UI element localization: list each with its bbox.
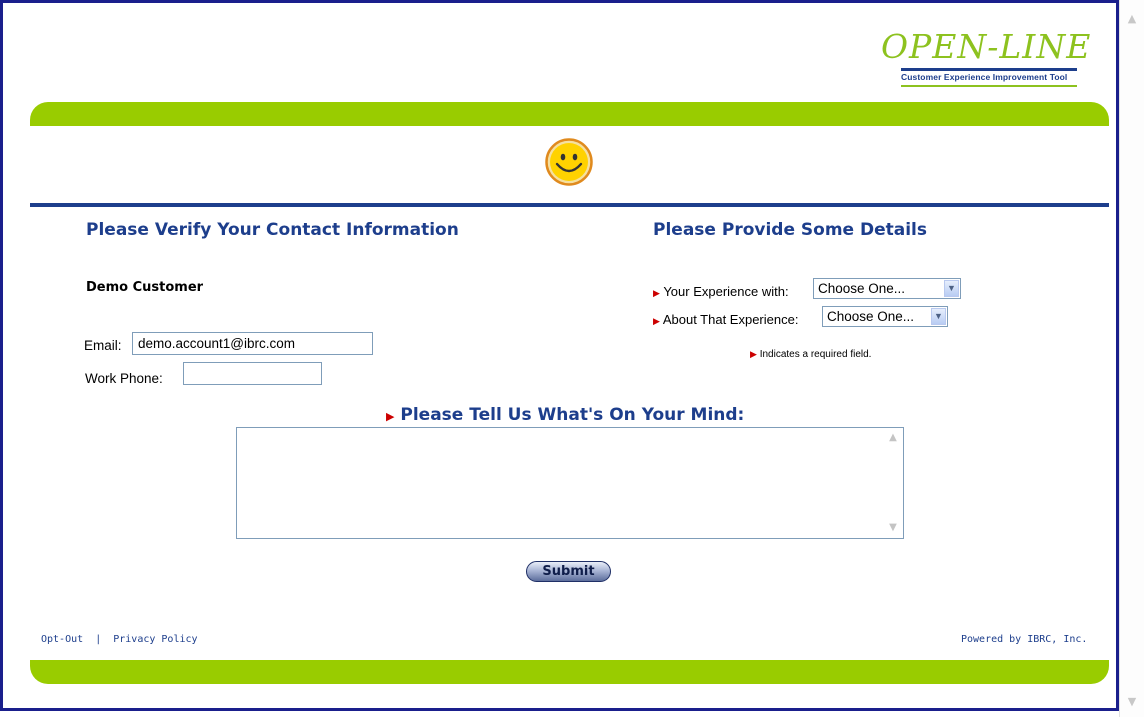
work-phone-label: Work Phone: [85,371,163,386]
scroll-up-icon[interactable]: ▲ [1125,12,1139,26]
scroll-down-icon[interactable]: ▼ [1125,695,1139,709]
chevron-down-icon[interactable]: ▼ [944,280,959,297]
about-select[interactable]: Choose One... ▼ [822,306,948,327]
blue-divider [30,203,1109,207]
comments-heading: ▶ Please Tell Us What's On Your Mind: [386,405,744,425]
work-phone-field[interactable] [183,362,322,385]
textarea-scrollbar[interactable]: ▲ ▼ [885,430,901,536]
logo-tagline: Customer Experience Improvement Tool [901,72,1068,82]
experience-row: ▶ Your Experience with: [653,284,789,299]
contact-heading: Please Verify Your Contact Information [86,220,459,240]
experience-label: Your Experience with: [663,284,789,299]
smiley-face-icon [545,138,593,186]
email-field[interactable]: demo.account1@ibrc.com [132,332,373,355]
scroll-down-icon[interactable]: ▼ [885,520,901,536]
details-heading: Please Provide Some Details [653,220,928,240]
comments-heading-text: Please Tell Us What's On Your Mind: [400,405,745,425]
open-line-logo: OPEN-LINE Customer Experience Improvemen… [881,25,1090,87]
header-green-bar [30,102,1109,126]
required-note-text: Indicates a required field. [759,349,872,360]
about-label: About That Experience: [662,312,799,327]
chevron-down-icon[interactable]: ▼ [931,308,946,325]
email-label: Email: [84,338,122,353]
about-select-value: Choose One... [827,309,915,324]
scroll-up-icon[interactable]: ▲ [885,430,901,446]
required-marker-icon: ▶ [750,349,757,359]
required-marker-icon: ▶ [386,410,395,423]
page-scrollbar[interactable]: ▲ ▼ [1119,0,1144,717]
page-frame: OPEN-LINE Customer Experience Improvemen… [0,0,1119,711]
logo-wordmark: OPEN-LINE [881,27,1092,66]
comments-textarea[interactable]: ▲ ▼ [236,427,904,539]
customer-name: Demo Customer [86,280,204,295]
footer-links: Opt-Out | Privacy Policy [41,634,198,645]
experience-select-value: Choose One... [818,281,906,296]
required-marker-icon: ▶ [653,316,660,326]
footer-green-bar [30,660,1109,684]
footer-separator: | [95,634,102,645]
powered-by-text: Powered by IBRC, Inc. [961,634,1088,645]
privacy-policy-link[interactable]: Privacy Policy [113,634,197,645]
experience-select[interactable]: Choose One... ▼ [813,278,961,299]
about-row: ▶ About That Experience: [653,312,798,327]
required-note: ▶ Indicates a required field. [750,349,871,360]
submit-button[interactable]: Submit [526,561,611,582]
logo-underline-green [901,85,1077,87]
opt-out-link[interactable]: Opt-Out [41,634,83,645]
logo-underline [901,68,1077,71]
required-marker-icon: ▶ [653,288,660,298]
